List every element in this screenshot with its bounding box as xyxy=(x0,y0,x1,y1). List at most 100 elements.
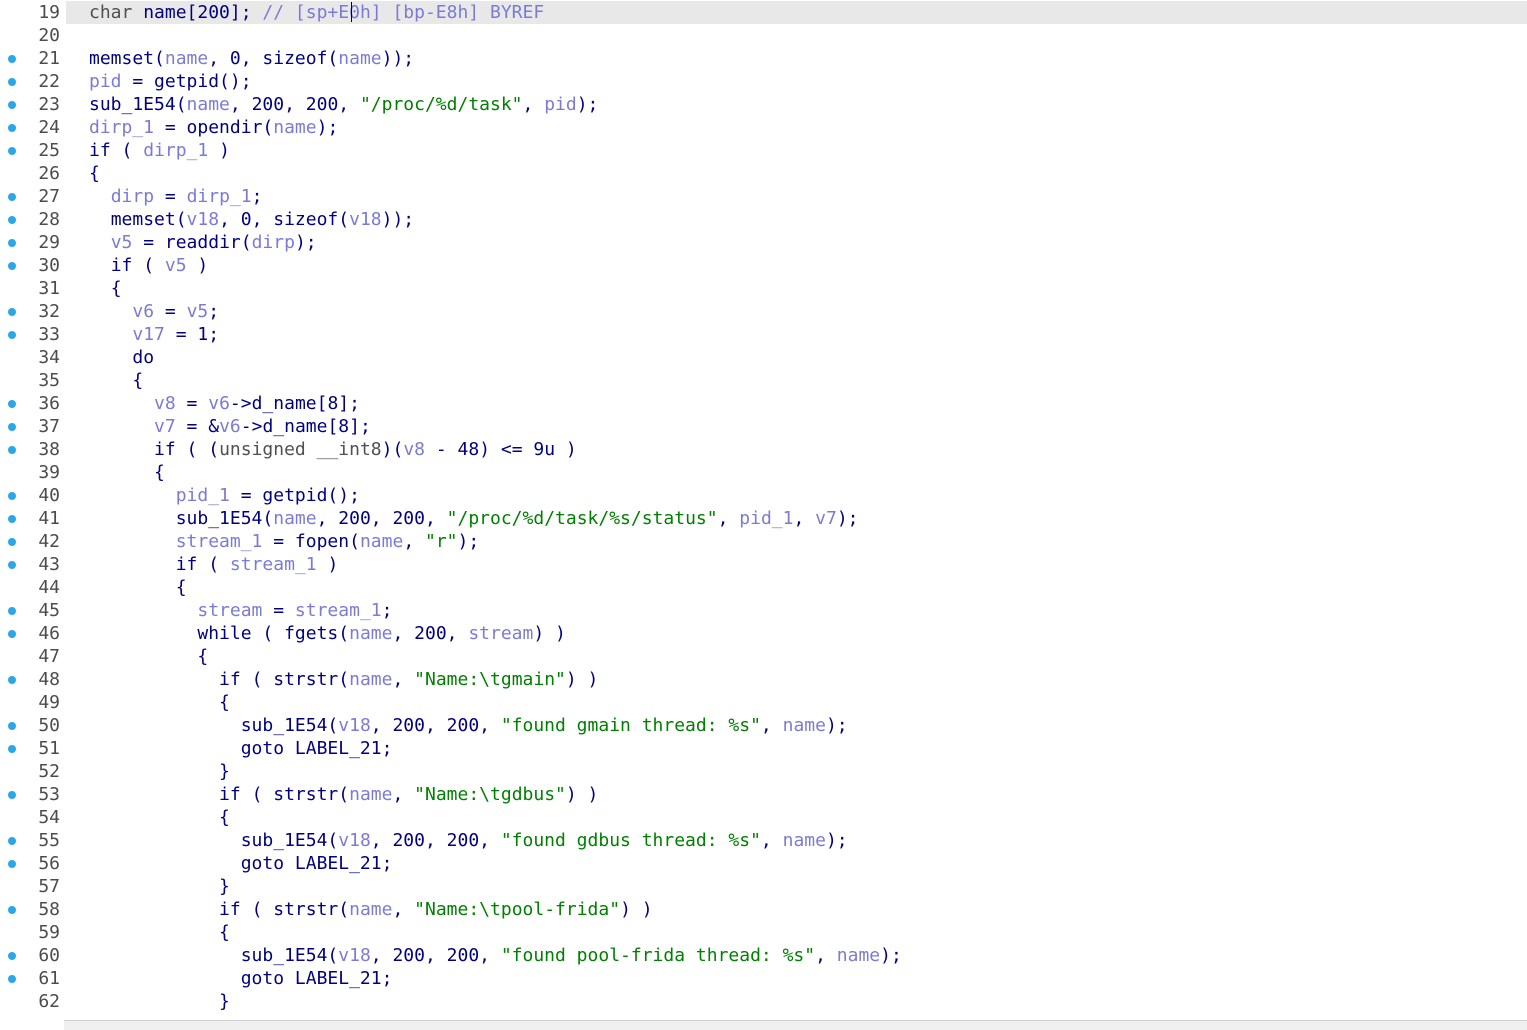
code-text[interactable]: { xyxy=(89,921,230,944)
line-gutter[interactable]: 57 xyxy=(0,875,66,898)
breakpoint-dot-icon[interactable] xyxy=(8,791,16,799)
breakpoint-dot-icon[interactable] xyxy=(8,492,16,500)
code-text[interactable]: { xyxy=(89,691,230,714)
code-line[interactable]: 20 xyxy=(0,24,1527,47)
code-text[interactable]: goto LABEL_21; xyxy=(89,967,393,990)
breakpoint-dot-icon[interactable] xyxy=(8,860,16,868)
line-gutter[interactable]: 45 xyxy=(0,599,66,622)
code-line[interactable]: 50 sub_1E54(v18, 200, 200, "found gmain … xyxy=(0,714,1527,737)
breakpoint-dot-icon[interactable] xyxy=(8,124,16,132)
breakpoint-dot-icon[interactable] xyxy=(8,216,16,224)
code-text[interactable]: { xyxy=(89,162,100,185)
code-text[interactable]: sub_1E54(name, 200, 200, "/proc/%d/task"… xyxy=(89,93,598,116)
code-line[interactable]: 34 do xyxy=(0,346,1527,369)
code-line[interactable]: 61 goto LABEL_21; xyxy=(0,967,1527,990)
code-text[interactable]: stream_1 = fopen(name, "r"); xyxy=(89,530,480,553)
code-line[interactable]: 37 v7 = &v6->d_name[8]; xyxy=(0,415,1527,438)
code-text[interactable]: { xyxy=(89,806,230,829)
line-gutter[interactable]: 30 xyxy=(0,254,66,277)
breakpoint-dot-icon[interactable] xyxy=(8,101,16,109)
line-gutter[interactable]: 52 xyxy=(0,760,66,783)
code-line[interactable]: 29 v5 = readdir(dirp); xyxy=(0,231,1527,254)
line-gutter[interactable]: 33 xyxy=(0,323,66,346)
line-gutter[interactable]: 26 xyxy=(0,162,66,185)
code-line[interactable]: 62 } xyxy=(0,990,1527,1013)
line-gutter[interactable]: 58 xyxy=(0,898,66,921)
line-gutter[interactable]: 39 xyxy=(0,461,66,484)
breakpoint-dot-icon[interactable] xyxy=(8,561,16,569)
breakpoint-dot-icon[interactable] xyxy=(8,308,16,316)
breakpoint-dot-icon[interactable] xyxy=(8,676,16,684)
line-gutter[interactable]: 62 xyxy=(0,990,66,1013)
line-gutter[interactable]: 59 xyxy=(0,921,66,944)
code-text[interactable]: dirp_1 = opendir(name); xyxy=(89,116,338,139)
code-text[interactable]: pid = getpid(); xyxy=(89,70,252,93)
code-line[interactable]: 51 goto LABEL_21; xyxy=(0,737,1527,760)
breakpoint-dot-icon[interactable] xyxy=(8,331,16,339)
code-line[interactable]: 46 while ( fgets(name, 200, stream) ) xyxy=(0,622,1527,645)
line-gutter[interactable]: 22 xyxy=(0,70,66,93)
code-line[interactable]: 49 { xyxy=(0,691,1527,714)
code-text[interactable]: stream = stream_1; xyxy=(89,599,392,622)
breakpoint-dot-icon[interactable] xyxy=(8,446,16,454)
line-gutter[interactable]: 23 xyxy=(0,93,66,116)
breakpoint-dot-icon[interactable] xyxy=(8,607,16,615)
line-gutter[interactable]: 28 xyxy=(0,208,66,231)
code-text[interactable]: char name[200]; // [sp+E0h] [bp-E8h] BYR… xyxy=(89,1,544,24)
breakpoint-dot-icon[interactable] xyxy=(8,952,16,960)
line-gutter[interactable]: 53 xyxy=(0,783,66,806)
breakpoint-dot-icon[interactable] xyxy=(8,239,16,247)
code-text[interactable]: sub_1E54(v18, 200, 200, "found pool-frid… xyxy=(89,944,902,967)
code-line[interactable]: 58 if ( strstr(name, "Name:\tpool-frida"… xyxy=(0,898,1527,921)
code-line[interactable]: 24 dirp_1 = opendir(name); xyxy=(0,116,1527,139)
code-text[interactable]: sub_1E54(v18, 200, 200, "found gdbus thr… xyxy=(89,829,848,852)
breakpoint-dot-icon[interactable] xyxy=(8,722,16,730)
breakpoint-dot-icon[interactable] xyxy=(8,837,16,845)
code-text[interactable]: v8 = v6->d_name[8]; xyxy=(89,392,360,415)
code-text[interactable]: sub_1E54(name, 200, 200, "/proc/%d/task/… xyxy=(89,507,859,530)
breakpoint-dot-icon[interactable] xyxy=(8,630,16,638)
code-line[interactable]: 23 sub_1E54(name, 200, 200, "/proc/%d/tas… xyxy=(0,93,1527,116)
line-gutter[interactable]: 42 xyxy=(0,530,66,553)
code-line[interactable]: 31 { xyxy=(0,277,1527,300)
code-text[interactable]: if ( (unsigned __int8)(v8 - 48) <= 9u ) xyxy=(89,438,577,461)
code-line[interactable]: 54 { xyxy=(0,806,1527,829)
code-text[interactable]: memset(name, 0, sizeof(name)); xyxy=(89,47,414,70)
line-gutter[interactable]: 40 xyxy=(0,484,66,507)
code-line[interactable]: 30 if ( v5 ) xyxy=(0,254,1527,277)
code-line[interactable]: 39 { xyxy=(0,461,1527,484)
code-text[interactable]: if ( strstr(name, "Name:\tgdbus") ) xyxy=(89,783,598,806)
code-text[interactable]: do xyxy=(89,346,154,369)
line-gutter[interactable]: 19 xyxy=(0,1,66,24)
line-gutter[interactable]: 48 xyxy=(0,668,66,691)
code-text[interactable]: v6 = v5; xyxy=(89,300,219,323)
code-text[interactable]: goto LABEL_21; xyxy=(89,852,393,875)
line-gutter[interactable]: 54 xyxy=(0,806,66,829)
line-gutter[interactable]: 56 xyxy=(0,852,66,875)
line-gutter[interactable]: 29 xyxy=(0,231,66,254)
code-line[interactable]: 53 if ( strstr(name, "Name:\tgdbus") ) xyxy=(0,783,1527,806)
line-gutter[interactable]: 27 xyxy=(0,185,66,208)
breakpoint-dot-icon[interactable] xyxy=(8,975,16,983)
breakpoint-dot-icon[interactable] xyxy=(8,262,16,270)
line-gutter[interactable]: 36 xyxy=(0,392,66,415)
code-line[interactable]: 43 if ( stream_1 ) xyxy=(0,553,1527,576)
code-line[interactable]: 27 dirp = dirp_1; xyxy=(0,185,1527,208)
code-line[interactable]: 33 v17 = 1; xyxy=(0,323,1527,346)
code-text[interactable]: if ( v5 ) xyxy=(89,254,209,277)
code-text[interactable]: { xyxy=(89,645,208,668)
code-text[interactable]: if ( dirp_1 ) xyxy=(89,139,230,162)
code-text[interactable]: v5 = readdir(dirp); xyxy=(89,231,317,254)
code-line[interactable]: 26 { xyxy=(0,162,1527,185)
line-gutter[interactable]: 49 xyxy=(0,691,66,714)
breakpoint-dot-icon[interactable] xyxy=(8,906,16,914)
line-gutter[interactable]: 34 xyxy=(0,346,66,369)
code-text[interactable]: } xyxy=(89,990,230,1013)
code-text[interactable]: memset(v18, 0, sizeof(v18)); xyxy=(89,208,414,231)
line-gutter[interactable]: 21 xyxy=(0,47,66,70)
code-line[interactable]: 57 } xyxy=(0,875,1527,898)
code-line[interactable]: 45 stream = stream_1; xyxy=(0,599,1527,622)
code-text[interactable]: goto LABEL_21; xyxy=(89,737,393,760)
line-gutter[interactable]: 24 xyxy=(0,116,66,139)
line-gutter[interactable]: 41 xyxy=(0,507,66,530)
